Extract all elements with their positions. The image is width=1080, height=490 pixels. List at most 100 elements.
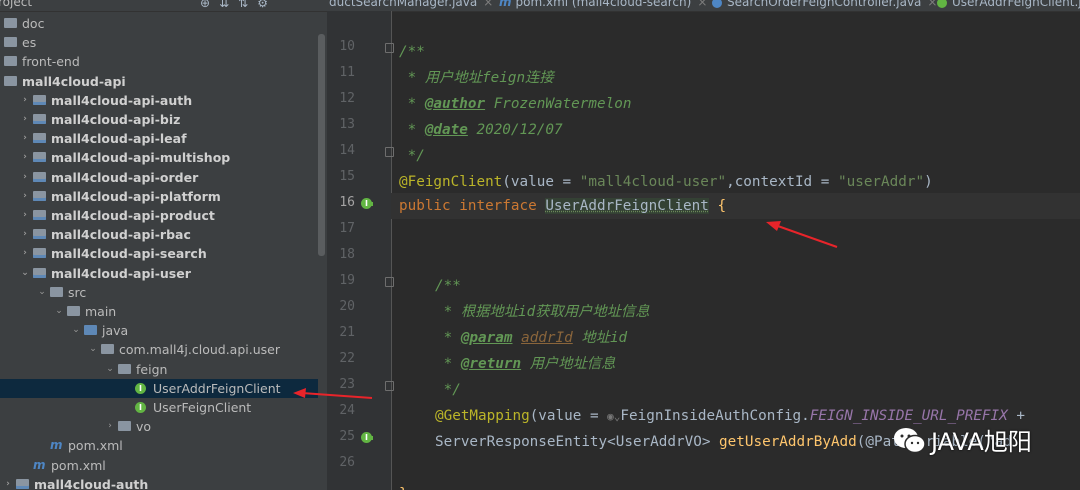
code-line-19: /** (435, 273, 461, 299)
chevron-right-icon[interactable]: › (105, 417, 115, 436)
tree-item[interactable]: m pom.xml (0, 436, 318, 455)
project-tree-scrollbar[interactable] (318, 34, 325, 256)
folder-icon (4, 18, 17, 28)
close-icon[interactable]: × (697, 0, 707, 9)
implemented-marker-icon[interactable]: I (361, 432, 373, 443)
folder-icon (67, 306, 80, 316)
chevron-down-icon[interactable]: ⌄ (37, 283, 47, 302)
tree-item-label: doc (22, 16, 45, 31)
keyword: public interface (399, 198, 546, 214)
annotation: @GetMapping (435, 408, 530, 424)
tab-search-order-feign-controller[interactable]: SearchOrderFeignController.java × (712, 0, 937, 11)
chevron-down-icon[interactable]: ⌄ (20, 264, 30, 283)
tree-item[interactable]: › vo (0, 417, 318, 436)
collapse-all-icon[interactable]: ⇊ (219, 0, 238, 10)
target-icon[interactable]: ⊕ (200, 0, 219, 10)
package-icon (118, 363, 131, 374)
code-text: ) (924, 174, 933, 190)
tree-item-label: mall4cloud-api-user (51, 265, 191, 281)
line-number: 14 (339, 143, 355, 158)
line-number: 16 (339, 195, 355, 210)
tree-item[interactable]: I UserAddrFeignClient (0, 378, 318, 398)
tree-item[interactable]: › mall4cloud-api-search (0, 244, 318, 263)
code-line-11: * 用户地址feign连接 (399, 65, 554, 91)
tree-item[interactable]: ⌄ java (0, 321, 318, 340)
chevron-down-icon[interactable]: ⌄ (54, 302, 64, 321)
expand-all-icon[interactable]: ⇅ (238, 0, 257, 10)
module-folder-icon (33, 171, 46, 182)
tree-item[interactable]: ⌄ feign (0, 360, 318, 379)
tree-item[interactable]: doc (0, 14, 318, 33)
class-icon (712, 0, 722, 8)
tree-item[interactable]: › mall4cloud-api-order (0, 168, 318, 187)
chevron-right-icon[interactable]: › (20, 148, 30, 167)
chevron-right-icon[interactable]: › (20, 168, 30, 187)
tree-item[interactable]: I UserFeignClient (0, 398, 318, 417)
line-number: 20 (339, 299, 355, 314)
tree-item[interactable]: › mall4cloud-api-auth (0, 91, 318, 110)
chevron-right-icon[interactable]: › (20, 206, 30, 225)
chevron-down-icon[interactable]: ⌄ (88, 340, 98, 359)
module-folder-icon (33, 94, 46, 105)
tree-item-label: mall4cloud-api-biz (51, 112, 181, 127)
project-panel-title: roject (0, 0, 33, 9)
watermark: JAVA旭阳 (893, 425, 1080, 459)
chevron-down-icon[interactable]: ⌄ (105, 360, 115, 379)
close-icon[interactable]: × (483, 0, 493, 9)
chevron-right-icon[interactable]: › (20, 129, 30, 148)
chevron-right-icon[interactable]: › (20, 244, 30, 263)
string-literal: "userAddr" (838, 174, 925, 190)
tree-item[interactable]: ⌄ main (0, 302, 318, 321)
doc-comment: * 用户地址feign连接 (399, 70, 554, 86)
doc-comment: /** (399, 44, 425, 60)
tab-label: SearchOrderFeignController.java (727, 0, 922, 9)
tree-item[interactable]: ⌄ src (0, 283, 318, 302)
folder-icon (4, 56, 17, 67)
chevron-right-icon[interactable]: › (20, 187, 30, 206)
chevron-right-icon[interactable]: › (20, 91, 30, 110)
tree-item[interactable]: › mall4cloud-api-biz (0, 110, 318, 129)
line-number: 11 (339, 65, 355, 80)
tree-item[interactable]: ⌄ com.mall4j.cloud.api.user (0, 340, 318, 359)
package-icon (101, 344, 114, 355)
tree-item[interactable]: › mall4cloud-api-rbac (0, 225, 318, 244)
implemented-marker-icon[interactable]: I (361, 198, 373, 209)
maven-icon: m (33, 457, 46, 472)
doc-comment: */ (399, 148, 425, 164)
chevron-right-icon[interactable]: › (20, 110, 30, 129)
tree-item[interactable]: front-end (0, 52, 318, 71)
chevron-right-icon[interactable]: › (3, 475, 13, 490)
tab-label: UserAddrFeignClient.j (952, 0, 1080, 9)
gear-icon[interactable]: ⚙ (257, 0, 277, 10)
tree-item[interactable]: › mall4cloud-auth (0, 475, 318, 490)
tree-item[interactable]: › mall4cloud-api-leaf (0, 129, 318, 148)
line-number: 24 (339, 403, 355, 418)
code-area[interactable]: /** * 用户地址feign连接 * @author FrozenWaterm… (391, 11, 1080, 490)
tab-pom-xml-search[interactable]: m pom.xml (mall4cloud-search) × (499, 0, 707, 11)
doc-comment: * 根据地址id获取用户地址信息 (435, 304, 650, 320)
link-icon: ◉⌄ (607, 410, 621, 423)
tree-item[interactable]: ⌄ mall4cloud-api-user (0, 264, 318, 283)
tree-item[interactable]: m pom.xml (0, 456, 318, 475)
tree-item[interactable]: › mall4cloud-api-product (0, 206, 318, 225)
tree-item[interactable]: es (0, 33, 318, 52)
tree-item[interactable]: › mall4cloud-api-platform (0, 187, 318, 206)
interface-name[interactable]: UserAddrFeignClient (545, 198, 709, 214)
tree-item[interactable]: mall4cloud-api (0, 72, 318, 91)
method-name: getUserAddrByAdd (719, 434, 857, 450)
line-number: 21 (339, 325, 355, 340)
tree-item-label: UserFeignClient (153, 400, 252, 415)
code-text: ,contextId = (726, 174, 838, 190)
tab-product-search-manager[interactable]: ductSearchManager.java × (329, 0, 493, 11)
tree-item[interactable]: › mall4cloud-api-multishop (0, 148, 318, 167)
tab-label: pom.xml (mall4cloud-search) (515, 0, 692, 9)
chevron-down-icon[interactable]: ⌄ (71, 321, 81, 340)
javadoc-tag: @return (460, 356, 522, 372)
chevron-right-icon[interactable]: › (20, 225, 30, 244)
tree-item-label: UserAddrFeignClient (153, 380, 281, 396)
module-folder-icon (33, 114, 46, 124)
code-text: (value = (529, 408, 608, 424)
javadoc-param: addrId (521, 330, 573, 346)
project-panel-toolbar: ⊕⇊⇅⚙ (200, 0, 277, 10)
close-icon[interactable]: × (927, 0, 937, 9)
